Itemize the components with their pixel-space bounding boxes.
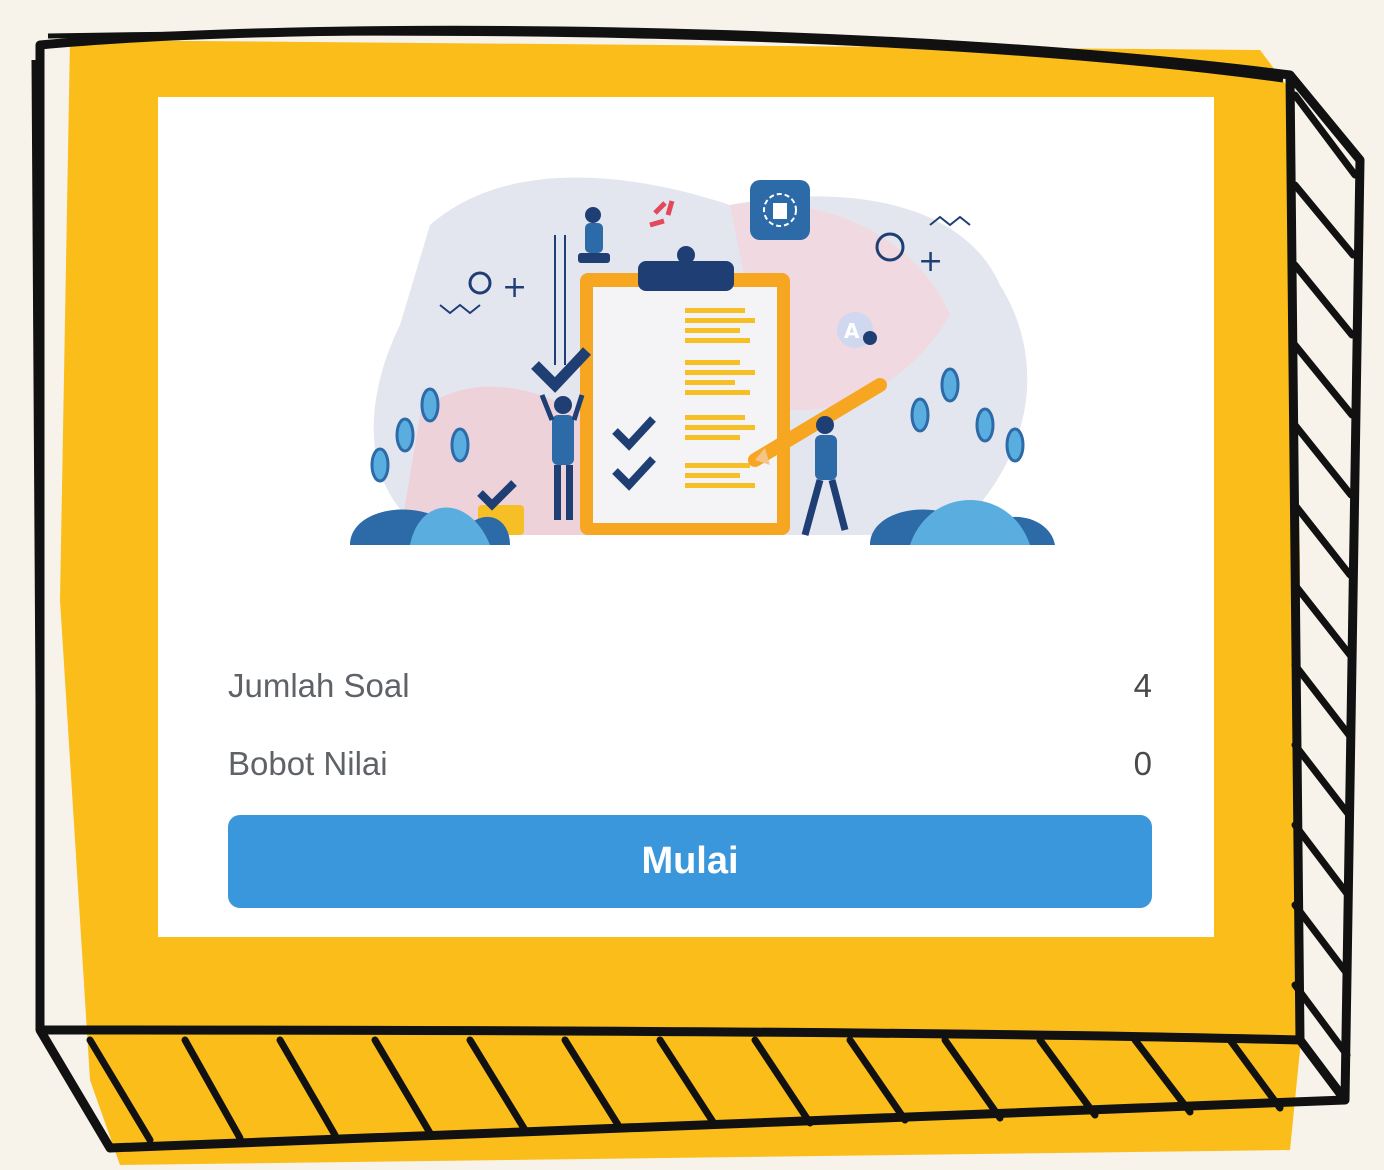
question-count-label: Jumlah Soal bbox=[228, 667, 410, 704]
question-count-value: 4 bbox=[1133, 667, 1152, 704]
checklist-clipboard-illustration: + + A bbox=[350, 177, 1055, 545]
start-button[interactable]: Mulai bbox=[228, 815, 1152, 908]
svg-text:A: A bbox=[844, 319, 860, 343]
score-weight-value: 0 bbox=[1133, 745, 1152, 782]
score-weight-row: Bobot Nilai 0 bbox=[228, 739, 1152, 789]
question-count-row: Jumlah Soal 4 bbox=[228, 661, 1152, 711]
score-weight-label: Bobot Nilai bbox=[228, 745, 388, 782]
svg-text:+: + bbox=[502, 270, 527, 305]
quiz-start-screen: + + A Jumlah Soal 4 Bobot Nilai 0 Mulai bbox=[0, 0, 1384, 1170]
svg-text:+: + bbox=[918, 244, 943, 279]
